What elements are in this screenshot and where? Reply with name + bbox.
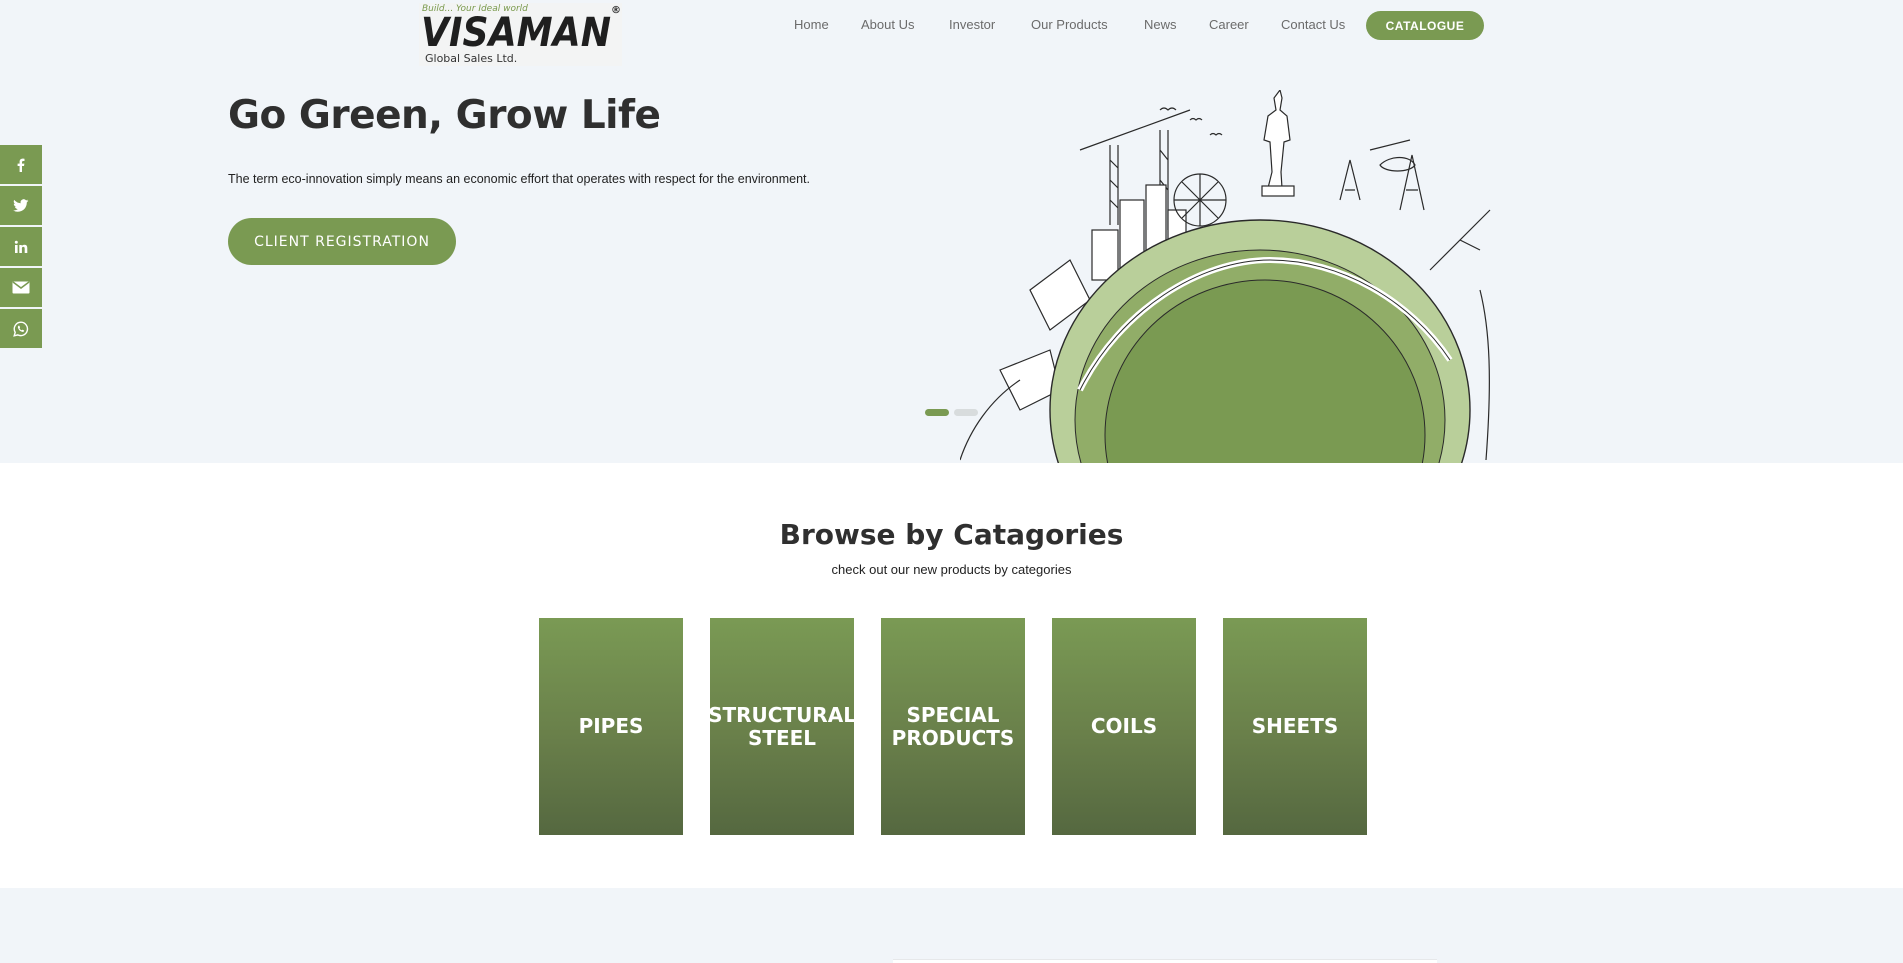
nav-career[interactable]: Career [1209,17,1249,32]
social-share-bar [0,145,42,350]
email-icon[interactable] [0,268,42,309]
next-section-card [893,959,1437,963]
category-structural-steel[interactable]: STRUCTURAL STEEL [708,618,856,835]
catalogue-button[interactable]: CATALOGUE [1366,11,1484,40]
category-coils[interactable]: COILS [1052,618,1196,835]
logo-subtitle: Global Sales Ltd. [425,52,518,65]
category-sheets[interactable]: SHEETS [1223,618,1367,835]
categories-subtitle: check out our new products by categories [831,562,1072,577]
nav-investor[interactable]: Investor [949,17,995,32]
nav-news[interactable]: News [1144,17,1177,32]
categories-section: Browse by Catagories check out our new p… [0,463,1903,888]
slider-dot-1[interactable] [925,409,949,416]
whatsapp-icon[interactable] [0,309,42,350]
facebook-icon[interactable] [0,145,42,186]
categories-title: Browse by Catagories [779,518,1124,551]
nav-home[interactable]: Home [794,17,829,32]
hero-title: Go Green, Grow Life [228,93,661,138]
nav-our-products[interactable]: Our Products [1031,17,1108,32]
globe-city-illustration [960,90,1491,463]
hero-description: The term eco-innovation simply means an … [228,172,811,186]
main-nav: Home About Us Investor Our Products News… [0,17,1903,35]
nav-contact-us[interactable]: Contact Us [1281,17,1345,32]
nav-about-us[interactable]: About Us [861,17,914,32]
category-pipes[interactable]: PIPES [539,618,683,835]
linkedin-icon[interactable] [0,227,42,268]
registered-mark: ® [611,5,621,16]
client-registration-button[interactable]: CLIENT REGISTRATION [228,218,456,265]
twitter-icon[interactable] [0,186,42,227]
category-special-products[interactable]: SPECIAL PRODUCTS [881,618,1025,835]
